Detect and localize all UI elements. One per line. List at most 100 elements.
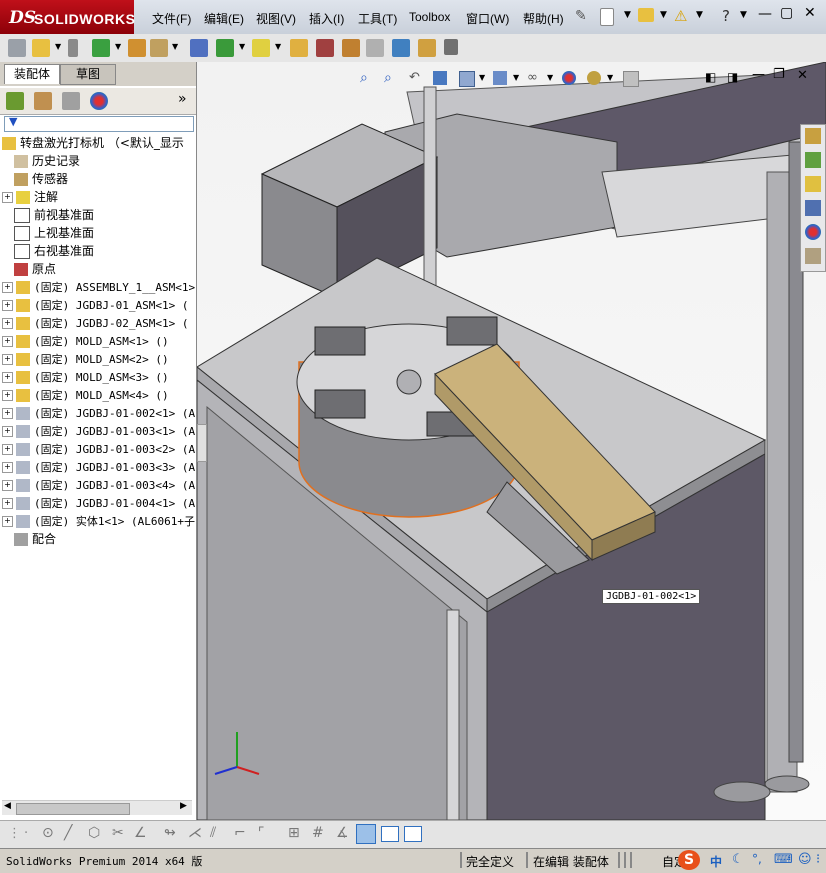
expand-toggle-icon[interactable]: +	[2, 300, 13, 311]
file-explorer-icon[interactable]	[805, 176, 821, 192]
chevron-down-icon[interactable]: ▼	[740, 10, 747, 20]
tree-item[interactable]: + (固定) JGDBJ-01-003<1> (A	[2, 422, 196, 440]
chevron-down-icon[interactable]: ▼	[275, 42, 281, 51]
keyboard-icon[interactable]: ⌨	[774, 852, 793, 867]
chevron-down-icon[interactable]: ▼	[547, 73, 553, 82]
single-view-icon[interactable]	[381, 826, 399, 842]
new-document-icon[interactable]	[600, 8, 614, 26]
point-icon[interactable]: ·	[24, 826, 28, 841]
restore-icon[interactable]: ▢	[780, 5, 793, 21]
expand-toggle-icon[interactable]: +	[2, 354, 13, 365]
tab-assembly[interactable]: 装配体	[4, 64, 60, 84]
chevron-down-icon[interactable]: ▼	[624, 10, 631, 20]
chevron-down-icon[interactable]: ▼	[115, 42, 121, 51]
chevron-down-icon[interactable]: ▼	[607, 73, 613, 82]
tree-item[interactable]: 右视基准面	[2, 242, 196, 260]
expand-toggle-icon[interactable]: +	[2, 480, 13, 491]
tree-item[interactable]: + (固定) MOLD_ASM<4> ()	[2, 386, 196, 404]
feature-manager-icon[interactable]	[6, 92, 24, 110]
expand-toggle-icon[interactable]: +	[2, 192, 13, 203]
bill-of-materials-icon[interactable]	[316, 39, 334, 57]
appearances-icon[interactable]	[805, 224, 821, 240]
panel-collapse-handle[interactable]	[197, 424, 207, 462]
line-icon[interactable]: ╱	[64, 825, 72, 841]
construction-line-icon[interactable]: ⫽	[210, 825, 216, 841]
display-manager-icon[interactable]	[90, 92, 108, 110]
tree-filter[interactable]: ▼	[4, 115, 194, 132]
insert-component-icon[interactable]	[32, 39, 50, 57]
menu-help[interactable]: 帮助(H)	[523, 10, 564, 27]
tree-item[interactable]: + (固定) 实体1<1> (AL6061+子	[2, 512, 196, 530]
scroll-right-icon[interactable]: ▶	[180, 801, 187, 811]
tree-root[interactable]: 转盘激光打标机 （<默认_显示	[2, 134, 196, 152]
chevron-down-icon[interactable]: ▼	[513, 73, 519, 82]
grid-icon[interactable]: #	[312, 825, 324, 841]
open-folder-icon[interactable]	[638, 8, 654, 22]
expand-toggle-icon[interactable]: +	[2, 390, 13, 401]
minimize-icon[interactable]: —	[758, 6, 772, 22]
tree-item[interactable]: + (固定) JGDBJ-01-003<2> (A	[2, 440, 196, 458]
viewport-close-icon[interactable]: ✕	[797, 68, 808, 83]
menu-edit[interactable]: 编辑(E)	[204, 10, 244, 27]
punctuation-icon[interactable]: °,	[752, 852, 762, 866]
smart-dimension-icon[interactable]: ⊞	[288, 825, 300, 841]
help-icon[interactable]: ?	[722, 7, 730, 25]
zoom-to-area-icon[interactable]: ⌕	[384, 70, 392, 86]
tree-item[interactable]: + (固定) JGDBJ-01-004<1> (A	[2, 494, 196, 512]
expand-panel-icon[interactable]: »	[178, 91, 187, 107]
tree-item[interactable]: + 注解	[2, 188, 196, 206]
trim-icon[interactable]: ✂	[112, 825, 124, 841]
rectangle-icon[interactable]: ⌜	[258, 825, 265, 841]
assembly-features-icon[interactable]	[216, 39, 234, 57]
tree-item[interactable]: 上视基准面	[2, 224, 196, 242]
expand-toggle-icon[interactable]: +	[2, 426, 13, 437]
zoom-to-fit-icon[interactable]: ⌕	[360, 70, 368, 86]
previous-view-icon[interactable]: ↶	[409, 70, 420, 85]
chevron-down-icon[interactable]: ▼	[696, 10, 703, 20]
polygon-icon[interactable]: ⬡	[88, 825, 100, 841]
tree-item[interactable]: 前视基准面	[2, 206, 196, 224]
mirror-icon[interactable]: ⋌	[188, 825, 202, 841]
tree-item[interactable]: + (固定) JGDBJ-01-003<4> (A	[2, 476, 196, 494]
clearance-verification-icon[interactable]	[418, 39, 436, 57]
menu-window[interactable]: 窗口(W)	[466, 10, 509, 27]
instant3d-icon[interactable]	[444, 39, 458, 55]
warning-icon[interactable]: ⚠	[674, 7, 687, 25]
tree-item[interactable]: + (固定) ASSEMBLY_1__ASM<1>	[2, 278, 196, 296]
menu-toolbox[interactable]: Toolbox	[409, 10, 450, 24]
tree-item[interactable]: + (固定) MOLD_ASM<2> ()	[2, 350, 196, 368]
expand-toggle-icon[interactable]: +	[2, 516, 13, 527]
angle-icon[interactable]: ∡	[336, 825, 349, 841]
scrollbar-thumb[interactable]	[16, 803, 130, 815]
multi-view-icon[interactable]	[404, 826, 422, 842]
circle-icon[interactable]: ⊙	[42, 825, 54, 841]
close-icon[interactable]: ✕	[804, 5, 816, 21]
view-settings-icon[interactable]	[623, 71, 639, 87]
ime-mode[interactable]: 中	[710, 853, 722, 870]
menu-view[interactable]: 视图(V)	[256, 10, 296, 27]
expand-toggle-icon[interactable]: +	[2, 336, 13, 347]
tab-sketch[interactable]: 草图	[60, 64, 116, 85]
graphics-viewport[interactable]: ⌕ ⌕ ↶ ▼ ▼ ∞ ▼ ▼ ◧ ◨ — ❐ ✕ JGDBJ-01-002<1…	[197, 62, 826, 820]
custom-properties-icon[interactable]	[805, 248, 821, 264]
move-component-icon[interactable]	[150, 39, 168, 57]
apply-scene-icon[interactable]	[587, 71, 601, 85]
edit-appearance-icon[interactable]	[562, 71, 576, 85]
tree-item[interactable]: + (固定) MOLD_ASM<3> ()	[2, 368, 196, 386]
smart-fasteners-icon[interactable]	[128, 39, 146, 57]
chevron-down-icon[interactable]: ▼	[55, 42, 61, 51]
view-palette-icon[interactable]	[805, 200, 821, 216]
show-hidden-icon[interactable]	[190, 39, 208, 57]
expand-toggle-icon[interactable]: +	[2, 462, 13, 473]
solidworks-resources-icon[interactable]	[805, 128, 821, 144]
tree-item[interactable]: + (固定) JGDBJ-01-003<3> (A	[2, 458, 196, 476]
horizontal-scrollbar[interactable]: ◀ ▶	[2, 800, 192, 815]
expand-toggle-icon[interactable]: +	[2, 282, 13, 293]
tree-item[interactable]: + (固定) JGDBJ-02_ASM<1> (	[2, 314, 196, 332]
user-icon[interactable]: ☺	[798, 852, 812, 867]
moon-icon[interactable]: ☾	[732, 852, 744, 867]
expand-toggle-icon[interactable]: +	[2, 408, 13, 419]
rebuild-icon[interactable]	[8, 39, 26, 57]
tree-item[interactable]: + (固定) JGDBJ-01-002<1> (A	[2, 404, 196, 422]
design-library-icon[interactable]	[805, 152, 821, 168]
